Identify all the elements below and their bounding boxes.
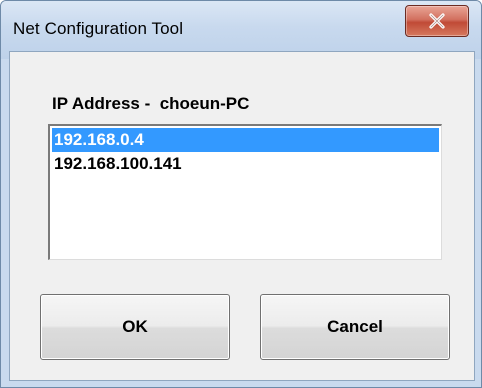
close-icon bbox=[427, 12, 447, 30]
window-title: Net Configuration Tool bbox=[13, 19, 184, 38]
list-item-ip-0[interactable]: 192.168.0.4 bbox=[52, 128, 439, 152]
list-item-ip-1[interactable]: 192.168.100.141 bbox=[52, 152, 439, 176]
close-button[interactable] bbox=[405, 5, 469, 37]
ip-address-list[interactable]: 192.168.0.4 192.168.100.141 bbox=[48, 124, 442, 260]
dialog-client-area: IP Address - choeun-PC 192.168.0.4 192.1… bbox=[9, 51, 475, 381]
cancel-button[interactable]: Cancel bbox=[260, 294, 450, 360]
ip-address-label: IP Address - choeun-PC bbox=[52, 94, 250, 113]
dialog-window: Net Configuration Tool IP Address - choe… bbox=[0, 0, 482, 388]
ok-button[interactable]: OK bbox=[40, 294, 230, 360]
